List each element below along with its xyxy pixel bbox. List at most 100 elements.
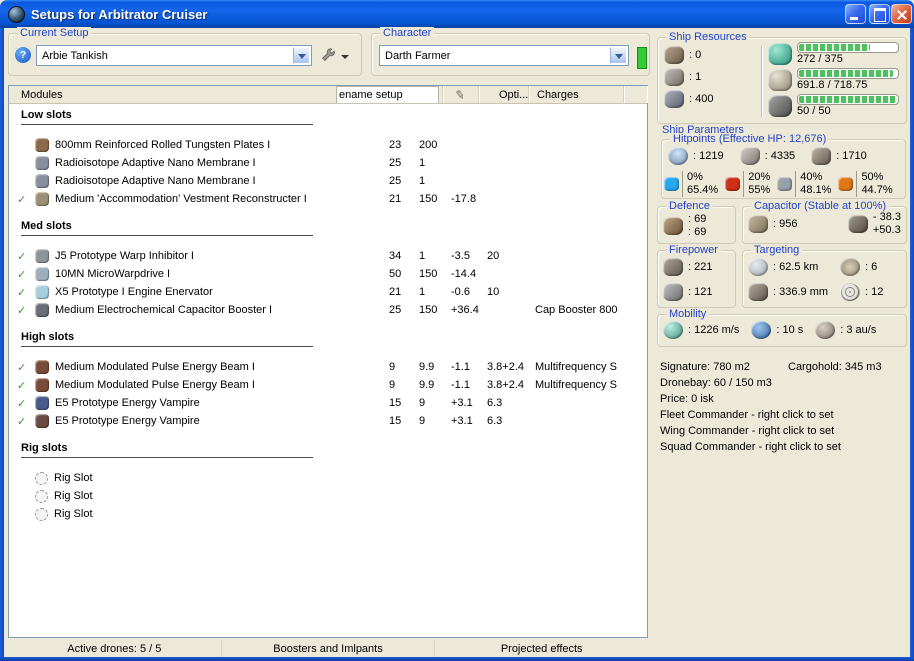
close-button[interactable] [891, 4, 912, 24]
active-check-icon[interactable]: ✓ [17, 415, 35, 428]
tab-projected-effects[interactable]: Projected effects [435, 640, 648, 657]
column-header-charges[interactable]: Charges [529, 86, 624, 103]
rig-slot-row[interactable]: Rig Slot [9, 505, 647, 523]
window-border-bottom [0, 657, 914, 661]
chevron-down-icon[interactable] [610, 47, 627, 64]
module-pg: 150 [419, 268, 438, 280]
module-optimal: 6.3 [487, 397, 503, 409]
active-check-icon[interactable]: ✓ [17, 193, 35, 206]
module-row[interactable]: Radioisotope Adaptive Nano Membrane I 25… [9, 172, 647, 190]
squad-commander-line[interactable]: Squad Commander - right click to set [660, 439, 908, 455]
module-charge: Multifrequency S [535, 361, 617, 373]
maximize-button[interactable] [869, 4, 890, 24]
module-row[interactable]: 800mm Reinforced Rolled Tungsten Plates … [9, 136, 647, 154]
tab-boosters-implants[interactable]: Boosters and Imlpants [222, 640, 436, 657]
module-cpu: 15 [389, 415, 402, 427]
column-header-charge-icon[interactable]: ✎ [443, 86, 479, 103]
module-row[interactable]: ✓ Medium 'Accommodation' Vestment Recons… [9, 190, 647, 208]
drones-icon [768, 95, 792, 117]
module-optimal: 20 [487, 250, 500, 262]
thermal-resist-top: 50% [861, 171, 884, 183]
current-setup-select[interactable]: Arbie Tankish [36, 45, 312, 66]
help-icon[interactable]: ? [15, 47, 31, 63]
max-targets-value: : 6 [865, 261, 878, 273]
module-optimal: 3.8+2.4 [487, 361, 525, 373]
titlebar[interactable]: Setups for Arbitrator Cruiser [0, 0, 914, 28]
module-row[interactable]: ✓ J5 Prototype Warp Inhibitor I 34 1 -3.… [9, 247, 647, 265]
module-name: J5 Prototype Warp Inhibitor I [55, 250, 194, 262]
chevron-down-icon[interactable] [293, 47, 310, 64]
cpu-value: 272 / 375 [797, 53, 843, 65]
calibration-icon [664, 90, 684, 108]
energy-beam-icon [35, 360, 49, 374]
active-check-icon[interactable]: ✓ [17, 268, 35, 281]
setup-tools-button[interactable] [318, 46, 351, 67]
modules-panel: Modules ✎ Opti... Charges Low slots 800m… [8, 85, 648, 638]
module-cap: +3.1 [451, 397, 473, 409]
speed-icon [663, 321, 683, 339]
active-check-icon[interactable]: ✓ [17, 304, 35, 317]
kinetic-icon [777, 177, 793, 191]
module-row[interactable]: ✓ Medium Modulated Pulse Energy Beam I 9… [9, 376, 647, 394]
module-pg: 1 [419, 286, 426, 298]
column-header-optimal[interactable]: Opti... [479, 86, 529, 103]
wing-commander-line[interactable]: Wing Commander - right click to set [660, 423, 908, 439]
turret-slots-value: : 0 [689, 49, 702, 61]
module-pg: 9.9 [419, 379, 435, 391]
targeting-label: Targeting [751, 244, 803, 256]
app-icon [8, 5, 25, 23]
module-row[interactable]: ✓ E5 Prototype Energy Vampire 15 9 +3.1 … [9, 412, 647, 430]
module-cpu: 25 [389, 304, 402, 316]
mobility-group: Mobility : 1226 m/s : 10 s : 3 au/s [657, 308, 907, 347]
active-check-icon[interactable]: ✓ [17, 397, 35, 410]
active-check-icon[interactable]: ✓ [17, 286, 35, 299]
structure-hp-value: : 1710 [836, 150, 867, 162]
rig-slot-row[interactable]: Rig Slot [9, 469, 647, 487]
module-row[interactable]: Radioisotope Adaptive Nano Membrane I 25… [9, 154, 647, 172]
section-rig-slots: Rig slots Rig Slot Rig Slot Rig Slot [9, 442, 647, 523]
active-check-icon[interactable]: ✓ [17, 361, 35, 374]
module-name: Medium Electrochemical Capacitor Booster… [55, 304, 273, 316]
scan-resolution-icon [748, 283, 768, 301]
module-cap: +3.1 [451, 415, 473, 427]
rig-slot-row[interactable]: Rig Slot [9, 487, 647, 505]
module-optimal: 3.8+2.4 [487, 379, 525, 391]
module-cpu: 15 [389, 397, 402, 409]
section-high-slots: High slots ✓ Medium Modulated Pulse Ener… [9, 331, 647, 430]
module-name: E5 Prototype Energy Vampire [55, 415, 200, 427]
fleet-commander-line[interactable]: Fleet Commander - right click to set [660, 407, 908, 423]
cap-booster-icon [35, 303, 49, 317]
module-row[interactable]: ✓ 10MN MicroWarpdrive I 50 150 -14.4 [9, 265, 647, 283]
character-value: Darth Farmer [385, 49, 451, 62]
module-cap: -0.6 [451, 286, 470, 298]
module-cap: -17.8 [451, 193, 477, 205]
window-border-right [910, 28, 914, 661]
module-row[interactable]: ✓ Medium Electrochemical Capacitor Boost… [9, 301, 647, 319]
em-resist-bottom: 65.4% [687, 184, 719, 196]
module-pg: 1 [419, 157, 426, 169]
tab-active-drones[interactable]: Active drones: 5 / 5 [8, 640, 222, 657]
module-row[interactable]: ✓ Medium Modulated Pulse Energy Beam I 9… [9, 358, 647, 376]
hitpoints-label: Hitpoints (Effective HP: 12,676) [670, 133, 830, 145]
module-optimal: 6.3 [487, 415, 503, 427]
defence-icon [663, 217, 683, 235]
missile-dps-value: : 121 [688, 286, 713, 298]
module-row[interactable]: ✓ E5 Prototype Energy Vampire 15 9 +3.1 … [9, 394, 647, 412]
module-charge: Multifrequency S [535, 379, 617, 391]
module-cap: -1.1 [451, 379, 470, 391]
character-select[interactable]: Darth Farmer [379, 45, 629, 66]
price-value: Price: 0 isk [660, 393, 714, 405]
ship-resources-group: Ship Resources : 0 : 1 : 400 272 / 375 6… [657, 31, 907, 124]
stasis-web-icon [35, 285, 49, 299]
module-cap: -14.4 [451, 268, 477, 280]
active-check-icon[interactable]: ✓ [17, 379, 35, 392]
character-status-indicator [637, 47, 647, 69]
nano-membrane-icon [35, 156, 49, 170]
active-check-icon[interactable]: ✓ [17, 250, 35, 263]
align-time-value: : 10 s [776, 324, 804, 336]
powergrid-value: 691.8 / 718.75 [797, 79, 868, 91]
module-row[interactable]: ✓ X5 Prototype I Engine Enervator 21 1 -… [9, 283, 647, 301]
defence-value-2: : 69 [688, 226, 707, 238]
minimize-button[interactable] [845, 4, 866, 24]
energy-vampire-icon [35, 396, 49, 410]
